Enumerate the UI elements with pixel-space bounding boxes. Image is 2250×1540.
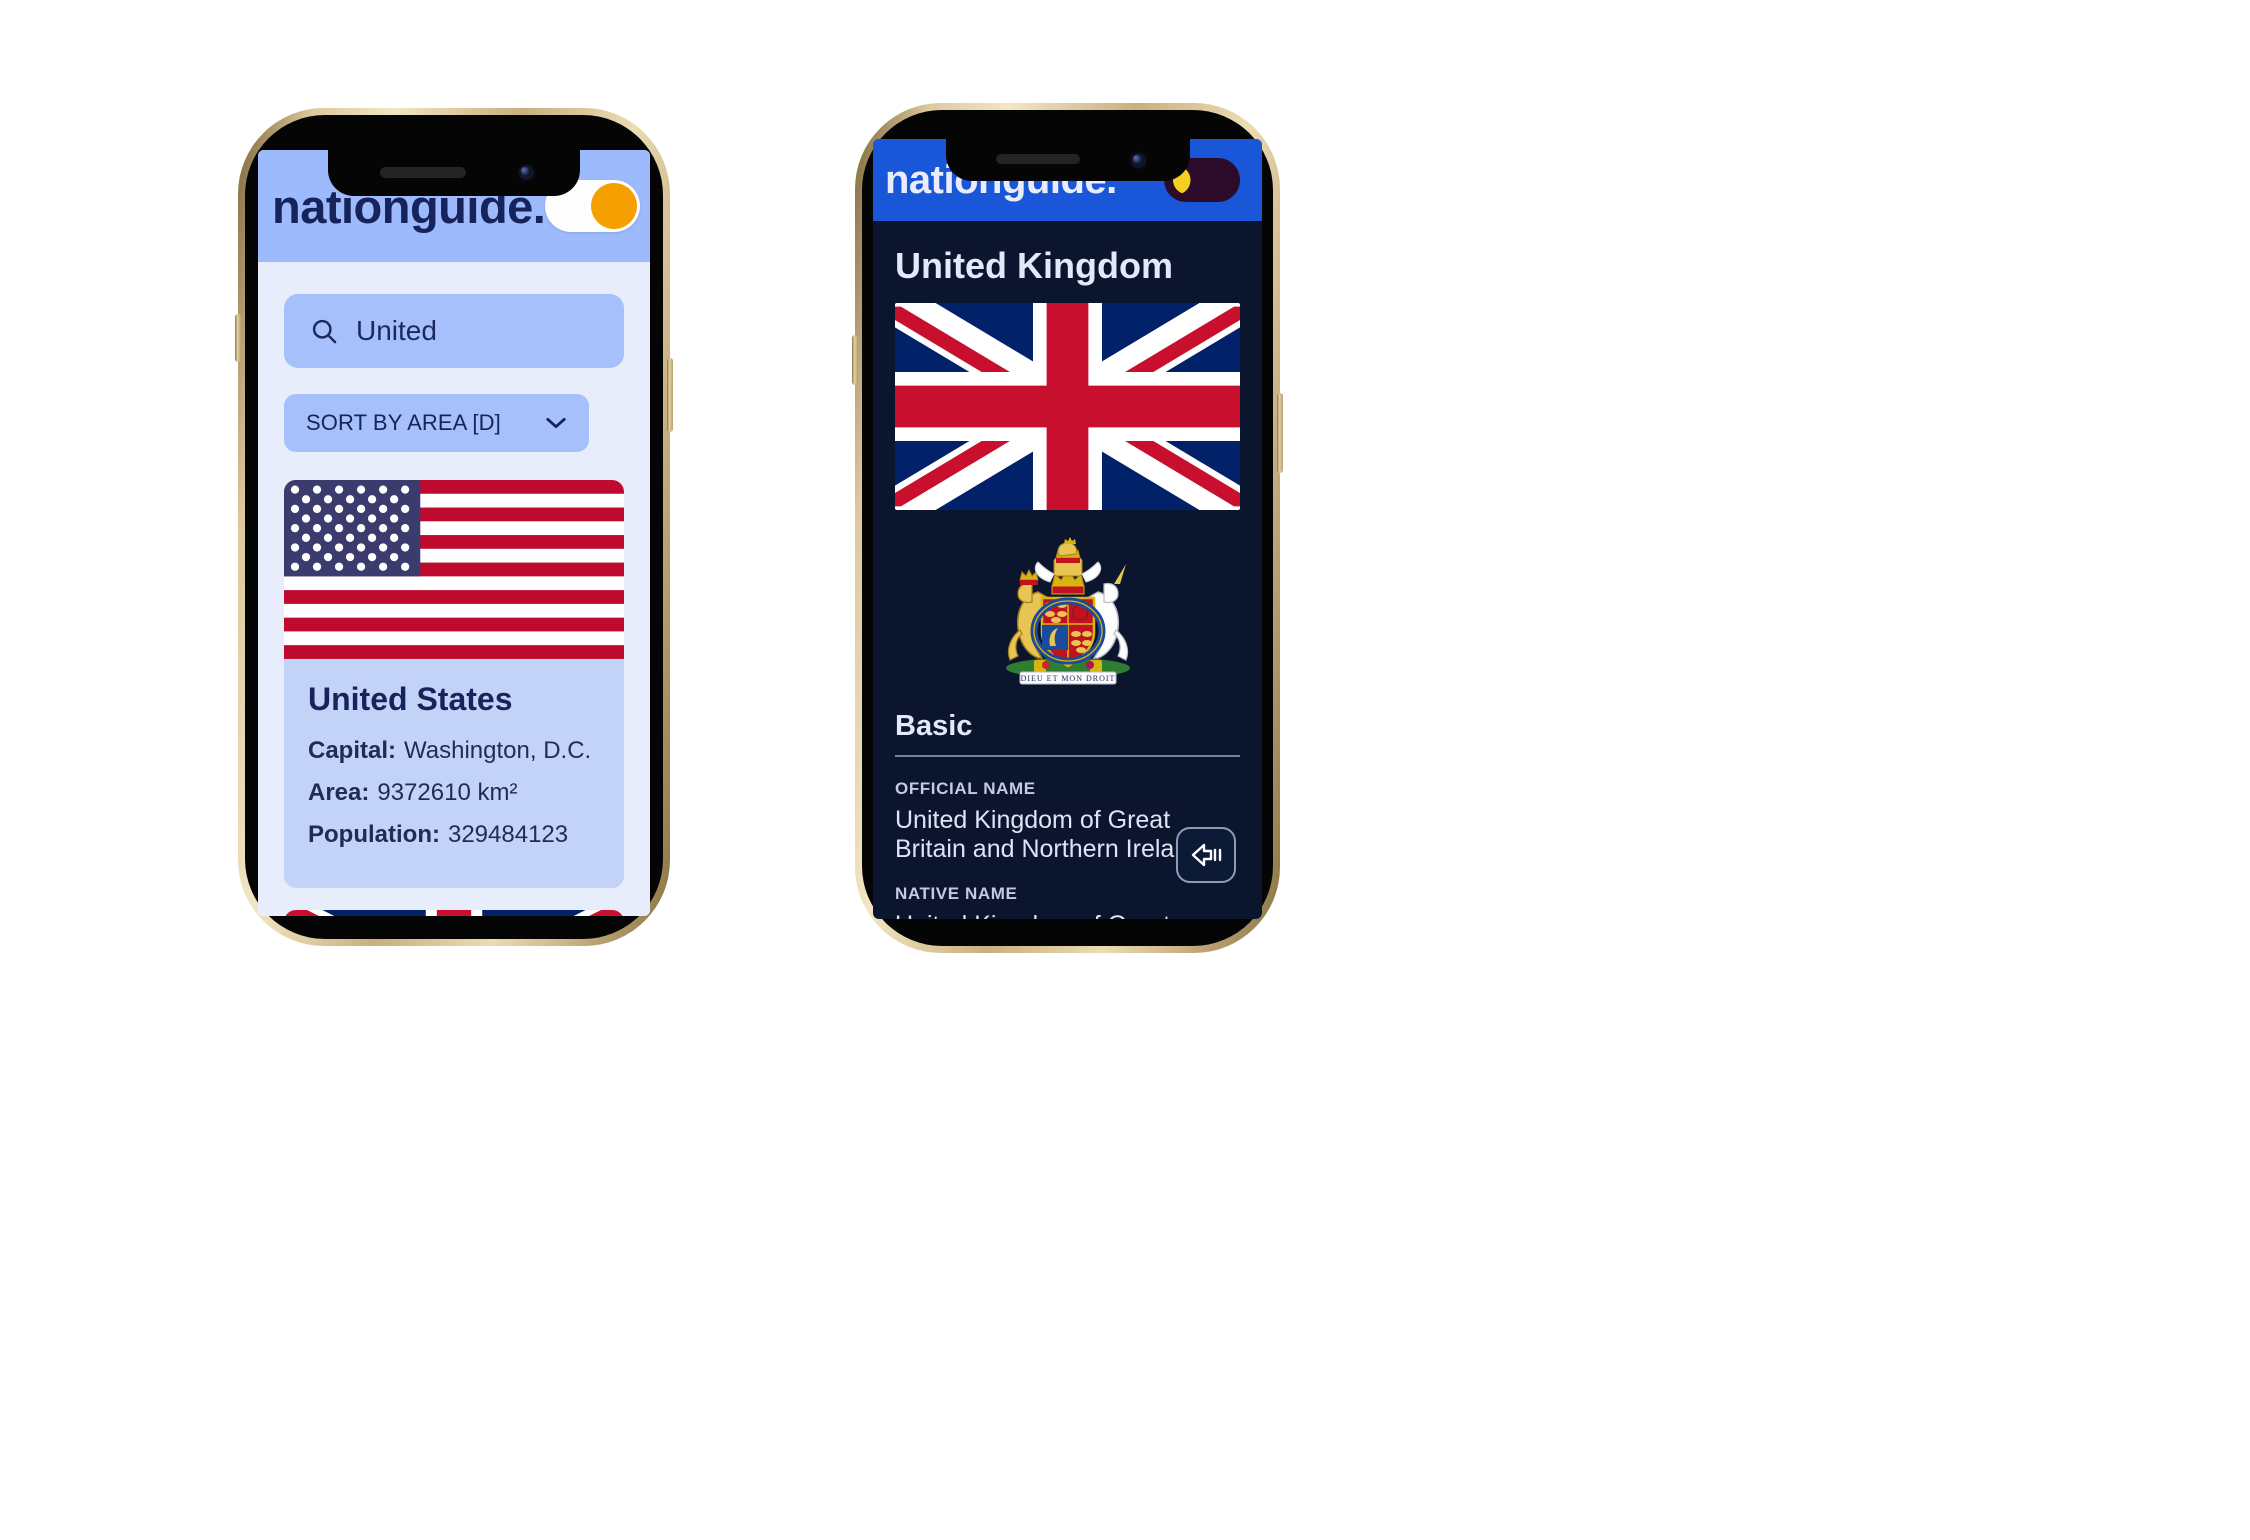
country-detail-title: United Kingdom: [895, 245, 1173, 286]
volume-button[interactable]: [235, 314, 241, 362]
uk-flag: [895, 303, 1240, 510]
phone-dark-mode: nationguide. United Kingdom: [852, 103, 1283, 953]
search-icon: [312, 319, 337, 344]
uk-flag: [284, 909, 624, 916]
phone-notch: [945, 139, 1190, 181]
field-value: 9372610 km²: [377, 778, 518, 806]
svg-text:DIEU ET MON DROIT: DIEU ET MON DROIT: [1020, 674, 1115, 683]
detail-value: United Kingdom of Great Britain and Nort…: [895, 911, 1240, 919]
detail-section-basic: Basic OFFICIAL NAME United Kingdom of Gr…: [873, 696, 1262, 919]
search-input[interactable]: United: [284, 294, 624, 368]
power-button[interactable]: [1277, 393, 1283, 473]
detail-label: OFFICIAL NAME: [895, 779, 1036, 798]
country-card[interactable]: [284, 909, 624, 916]
phone-light-mode: nationguide. United SORT BY AREA [D] Uni…: [235, 108, 673, 946]
section-title: Basic: [895, 710, 973, 742]
country-field-area: Area: 9372610 km²: [308, 778, 600, 808]
field-label: Area:: [308, 778, 370, 806]
uk-coat-of-arms: DIEU ET MON DROIT: [1005, 537, 1130, 685]
country-card[interactable]: United States Capital: Washington, D.C. A…: [284, 480, 624, 888]
sort-control-wrap: SORT BY AREA [D]: [284, 394, 624, 452]
detail-label: NATIVE NAME: [895, 884, 1018, 903]
earpiece-speaker: [380, 167, 466, 178]
app-body-light: United SORT BY AREA [D] United States Ca…: [258, 294, 650, 916]
country-field-capital: Capital: Washington, D.C.: [308, 736, 600, 766]
screenshot-canvas: nationguide. United SORT BY AREA [D] Uni…: [0, 0, 2250, 1540]
front-camera-icon: [1128, 151, 1148, 170]
power-button[interactable]: [667, 358, 673, 432]
app-light-mode: nationguide. United SORT BY AREA [D] Uni…: [258, 150, 650, 916]
chevron-down-icon: [546, 417, 566, 429]
country-name: United States: [308, 680, 513, 717]
phone-light-screen: nationguide. United SORT BY AREA [D] Uni…: [258, 150, 650, 916]
sort-dropdown[interactable]: SORT BY AREA [D]: [284, 394, 589, 452]
app-dark-mode: nationguide. United Kingdom: [873, 139, 1262, 919]
field-label: Population:: [308, 820, 440, 848]
us-flag: [284, 480, 624, 659]
phone-dark-screen: nationguide. United Kingdom: [873, 139, 1262, 919]
detail-row: NATIVE NAME United Kingdom of Great Brit…: [895, 884, 1240, 919]
front-camera-icon: [517, 163, 536, 182]
search-value: United: [356, 315, 437, 346]
toggle-knob: [591, 183, 638, 229]
field-value: 329484123: [447, 820, 569, 848]
sort-dropdown-label: SORT BY AREA [D]: [306, 410, 501, 435]
volume-button[interactable]: [852, 335, 858, 385]
country-flag-wrap: [873, 303, 1262, 510]
phone-notch: [328, 150, 580, 196]
back-button[interactable]: [1176, 827, 1236, 883]
country-card-text: United States Capital: Washington, D.C. A…: [284, 659, 624, 888]
coat-of-arms-wrap: DIEU ET MON DROIT: [873, 510, 1262, 696]
earpiece-speaker: [995, 154, 1080, 164]
country-field-population: Population: 329484123: [308, 820, 600, 850]
field-label: Capital:: [308, 736, 397, 764]
section-divider: [895, 755, 1240, 757]
back-arrow-icon: [1191, 843, 1222, 867]
field-value: Washington, D.C.: [404, 736, 592, 764]
